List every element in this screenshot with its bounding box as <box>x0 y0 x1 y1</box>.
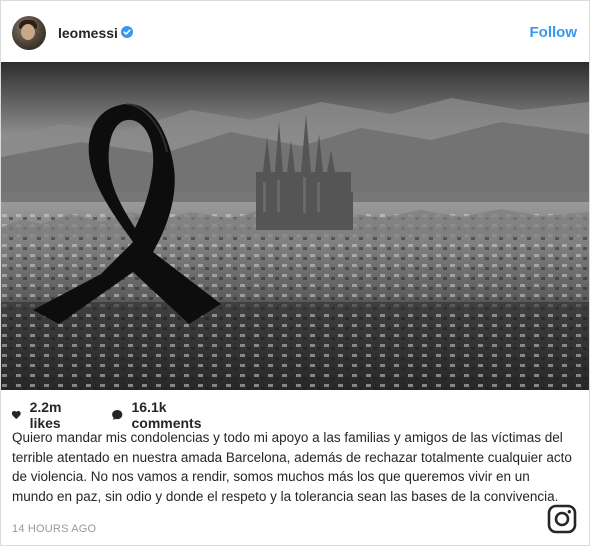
likes-label: 2.2m likes <box>29 399 62 431</box>
follow-button[interactable]: Follow <box>530 24 578 41</box>
comment-bubble-icon[interactable] <box>111 406 123 424</box>
post-image <box>1 62 589 390</box>
username[interactable]: leomessi <box>58 25 118 41</box>
comments-count[interactable]: 16.1k comments <box>111 399 207 431</box>
post-header: leomessi Follow <box>1 1 589 63</box>
instagram-post-card: leomessi Follow 2.2m likes 16.1k comment… <box>0 0 590 546</box>
comments-label: 16.1k comments <box>131 399 202 431</box>
avatar[interactable] <box>12 16 46 50</box>
instagram-logo-icon[interactable] <box>547 504 577 534</box>
post-caption: Quiero mandar mis condolencias y todo mi… <box>12 430 572 504</box>
likes-count[interactable]: 2.2m likes <box>11 399 69 431</box>
verified-badge-icon <box>121 26 133 38</box>
post-timestamp[interactable]: 14 HOURS AGO <box>12 523 96 535</box>
heart-icon[interactable] <box>11 406 22 424</box>
